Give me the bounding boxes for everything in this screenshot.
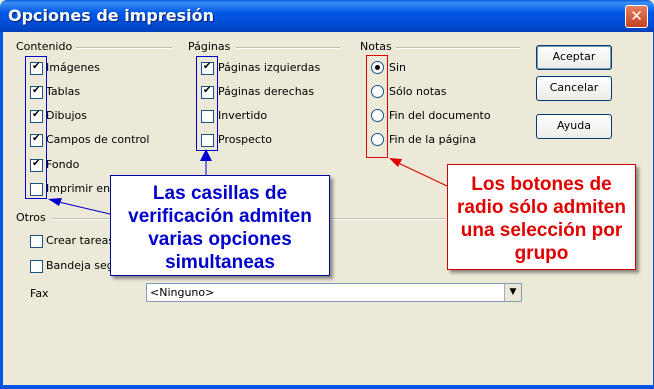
arrowhead-blue-left: [48, 198, 62, 206]
arrowhead-red: [389, 158, 402, 167]
callout-radios-text: Los botones de radio sólo admiten una se…: [457, 174, 626, 264]
arrow-red: [391, 159, 448, 187]
callout-radios: Los botones de radio sólo admiten una se…: [447, 164, 636, 270]
callout-checkboxes-text: Las casillas de verificación admiten var…: [128, 183, 312, 273]
callout-checkboxes: Las casillas de verificación admiten var…: [110, 175, 330, 276]
arrowhead-blue-up: [200, 149, 212, 161]
